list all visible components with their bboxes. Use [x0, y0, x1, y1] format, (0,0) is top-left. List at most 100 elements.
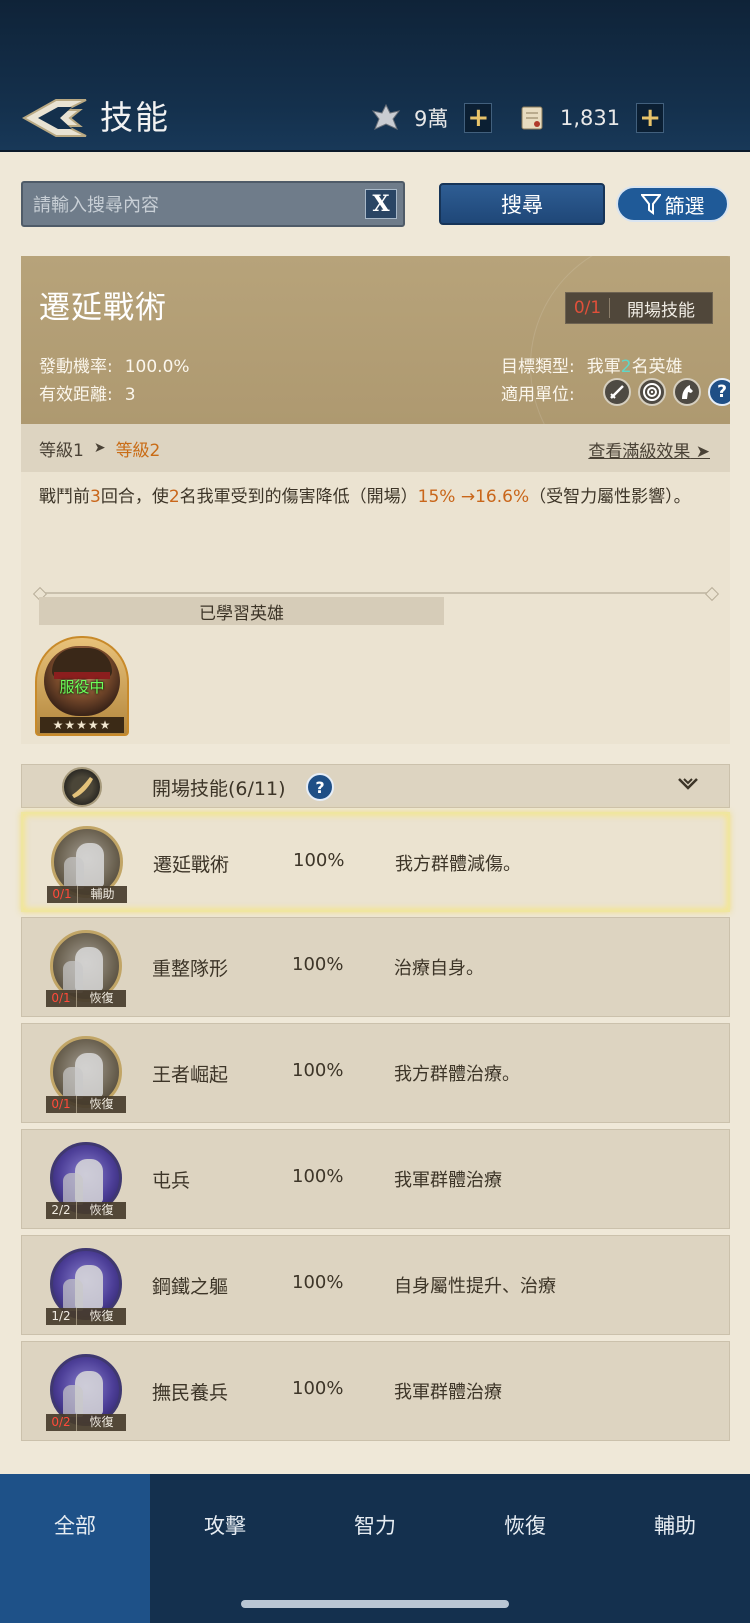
- target-icon: [638, 378, 666, 406]
- category-title: 開場技能(6/11): [152, 778, 286, 800]
- tab-all[interactable]: 全部: [0, 1474, 150, 1623]
- skill-summary: 我軍群體治療: [394, 1382, 502, 1403]
- skill-badge: 0/2 恢復: [46, 1414, 126, 1431]
- category-header[interactable]: 開場技能(6/11) ?: [21, 764, 730, 808]
- add-scroll-button[interactable]: +: [636, 103, 665, 133]
- target-type: 目標類型: 我軍2名英雄: [501, 352, 683, 377]
- hero-stars: ★★★★★: [40, 717, 124, 733]
- section-divider: [39, 592, 713, 594]
- skill-name: 遷延戰術: [153, 854, 230, 876]
- skill-tag-count: 0/1: [566, 298, 610, 318]
- scroll-value: 1,831: [560, 106, 621, 130]
- view-max-level-label: 查看滿級效果: [588, 442, 691, 462]
- skill-description: 戰鬥前3回合，使2名我軍受到的傷害降低（開場）15% →16.6%（受智力屬性影…: [39, 484, 719, 511]
- skill-title: 遷延戰術: [39, 290, 167, 326]
- level-row: 等級1 ➤ 等級2 查看滿級效果 ➤: [21, 424, 730, 472]
- skill-category: 恢復: [76, 1414, 126, 1431]
- back-arrow-icon: [21, 99, 87, 137]
- range-label: 有效距離:: [39, 385, 113, 405]
- help-icon[interactable]: ?: [708, 378, 730, 406]
- sword-icon: [603, 378, 631, 406]
- skill-rate: 100%: [292, 954, 344, 975]
- level-next: 等級2: [115, 440, 161, 461]
- skill-badge: 0/1 輔助: [47, 886, 127, 903]
- horn-icon: [62, 767, 102, 807]
- skill-detail-panel: 遷延戰術 0/1 開場技能 發動機率: 100.0% 有效距離: 3 目標類型: 我軍…: [21, 256, 730, 744]
- crest-icon: [370, 102, 402, 134]
- skill-count: 1/2: [51, 1309, 71, 1323]
- skill-category: 恢復: [76, 1308, 126, 1325]
- effective-range: 有效距離: 3: [39, 380, 136, 405]
- skill-badge: 2/2 恢復: [46, 1202, 126, 1219]
- skill-row[interactable]: 2/2 恢復 屯兵 100% 我軍群體治療: [21, 1129, 730, 1229]
- home-indicator: [241, 1600, 509, 1608]
- skill-category: 恢復: [76, 1202, 126, 1219]
- skill-rate: 100%: [292, 1166, 344, 1187]
- skill-name: 重整隊形: [152, 958, 229, 980]
- clear-search-button[interactable]: X: [365, 189, 397, 219]
- trigger-rate-value: 100.0%: [124, 357, 190, 377]
- skill-badge: 1/2 恢復: [46, 1308, 126, 1325]
- learned-heroes-label: 已學習英雄: [39, 597, 444, 625]
- collapse-chevron-icon[interactable]: [677, 775, 699, 796]
- skill-count: 0/1: [51, 991, 71, 1005]
- skill-summary: 我方群體治療。: [394, 1064, 520, 1085]
- tab-support[interactable]: 輔助: [600, 1474, 750, 1623]
- skill-rate: 100%: [293, 850, 345, 871]
- skill-count: 2/2: [51, 1203, 71, 1217]
- skill-summary: 治療自身。: [394, 958, 484, 979]
- desc-text: 戰鬥前: [39, 487, 90, 507]
- search-button[interactable]: 搜尋: [439, 183, 605, 225]
- skill-row[interactable]: 0/1 恢復 重整隊形 100% 治療自身。: [21, 917, 730, 1017]
- range-value: 3: [124, 385, 136, 405]
- skill-rate: 100%: [292, 1378, 344, 1399]
- skill-row[interactable]: 0/1 恢復 王者崛起 100% 我方群體治療。: [21, 1023, 730, 1123]
- desc-value-next: 16.6%: [475, 487, 530, 507]
- filter-button[interactable]: 篩選: [616, 186, 729, 222]
- filter-icon: [640, 194, 661, 215]
- hero-status: 服役中: [59, 678, 105, 696]
- skill-rate: 100%: [292, 1272, 344, 1293]
- skill-detail-header: 遷延戰術 0/1 開場技能 發動機率: 100.0% 有效距離: 3 目標類型: 我軍…: [21, 256, 730, 424]
- target-label: 目標類型:: [501, 357, 575, 377]
- skill-row[interactable]: 0/1 輔助 遷延戰術 100% 我方群體減傷。: [21, 812, 730, 912]
- resource-scroll: 1,831 +: [516, 100, 665, 136]
- applicable-units-label: 適用單位:: [501, 385, 575, 405]
- skill-category: 恢復: [76, 990, 126, 1007]
- view-max-level-link[interactable]: 查看滿級效果 ➤: [588, 437, 710, 462]
- trigger-rate: 發動機率: 100.0%: [39, 352, 190, 377]
- skill-count: 0/2: [51, 1415, 71, 1429]
- skill-name: 屯兵: [152, 1170, 191, 1192]
- skill-summary: 我方群體減傷。: [395, 854, 521, 875]
- skill-row[interactable]: 0/2 恢復 撫民養兵 100% 我軍群體治療: [21, 1341, 730, 1441]
- filter-label: 篩選: [664, 193, 705, 218]
- page-title: 技能: [100, 98, 170, 137]
- skill-category: 恢復: [76, 1096, 126, 1113]
- add-crest-button[interactable]: +: [464, 103, 493, 133]
- desc-text: 名我軍受到的傷害降低（開場）: [179, 487, 418, 507]
- skill-name: 鋼鐵之軀: [152, 1276, 229, 1298]
- level-arrow-icon: ➤: [93, 440, 106, 456]
- skill-category: 輔助: [77, 886, 127, 903]
- search-input[interactable]: [33, 191, 363, 219]
- desc-target-count: 2: [168, 487, 180, 507]
- applicable-units: ?: [603, 378, 730, 406]
- back-button[interactable]: [21, 96, 90, 140]
- hero-card[interactable]: 服役中 ★★★★★: [35, 636, 129, 736]
- skill-tag-label: 開場技能: [627, 300, 695, 321]
- target-count: 2: [620, 357, 632, 377]
- desc-rounds: 3: [90, 487, 101, 507]
- skill-summary: 我軍群體治療: [394, 1170, 502, 1191]
- desc-text: （受智力屬性影響）。: [529, 487, 691, 507]
- skill-name: 王者崛起: [152, 1064, 229, 1086]
- desc-text: 回合，使: [100, 487, 169, 507]
- scroll-icon: [516, 102, 548, 134]
- skill-summary: 自身屬性提升、治療: [394, 1276, 556, 1297]
- skill-row[interactable]: 1/2 恢復 鋼鐵之軀 100% 自身屬性提升、治療: [21, 1235, 730, 1335]
- category-help-icon[interactable]: ?: [306, 773, 334, 801]
- target-suffix: 名英雄: [631, 357, 683, 377]
- desc-arrow: →: [455, 487, 476, 507]
- skill-count: 0/1: [52, 887, 72, 901]
- skill-badge: 0/1 恢復: [46, 1096, 126, 1113]
- skill-rate: 100%: [292, 1060, 344, 1081]
